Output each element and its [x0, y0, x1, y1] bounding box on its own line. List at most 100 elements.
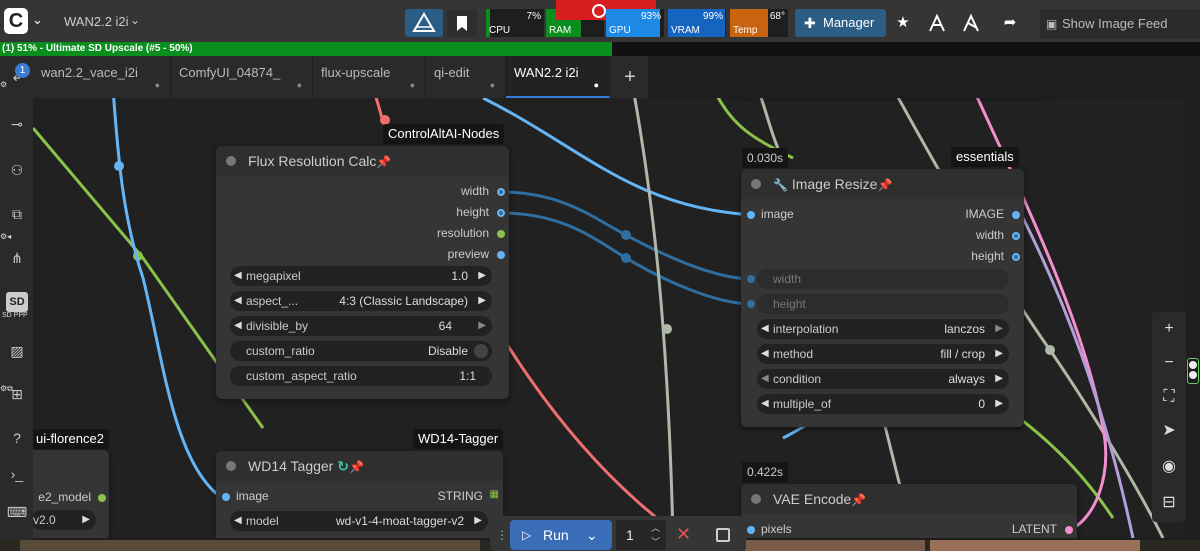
cancel-icon[interactable]: ✕ [676, 524, 691, 545]
tab-wan2-2-vace-i2i[interactable]: wan2.2_vace_i2i ● [33, 56, 171, 98]
comfy-logo-icon[interactable]: C [4, 8, 28, 34]
zoom-in-icon[interactable]: + [1158, 318, 1180, 340]
feed-thumbnail[interactable] [930, 540, 1140, 551]
collapse-dot-icon[interactable] [751, 179, 761, 189]
tab-flux-upscale[interactable]: flux-upscale ● [313, 56, 426, 98]
custom-ratio-toggle[interactable]: custom_ratio Disable [230, 341, 492, 361]
decrement-arrow-icon[interactable]: ◀ [234, 266, 242, 286]
workflows-icon[interactable]: ⧉ [6, 204, 28, 224]
aspect-ratio-widget[interactable]: ◀ aspect_... 4:3 (Classic Landscape) ▶ [230, 291, 492, 311]
show-image-feed-button[interactable]: ▣ Show Image Feed [1040, 9, 1200, 39]
node-title[interactable]: WD14 Tagger ↻📌 [216, 451, 503, 481]
decrement-arrow-icon[interactable]: ◀ [234, 316, 242, 336]
node-library-icon[interactable]: ⊸ [6, 114, 28, 134]
add-tab-button[interactable]: + [612, 56, 648, 98]
fit-view-icon[interactable]: ⛶ [1158, 386, 1180, 408]
chevron-down-icon[interactable]: ⌄ [130, 13, 140, 27]
node-title[interactable]: VAE Encode📌 [741, 484, 1077, 514]
templates-icon[interactable]: ⊞ [6, 384, 28, 404]
megapixel-widget[interactable]: ◀ megapixel 1.0 ▶ [230, 266, 492, 286]
collapse-dot-icon[interactable] [226, 156, 236, 166]
output-socket[interactable] [497, 209, 505, 217]
tab-wan2-2-i2i[interactable]: WAN2.2 i2i ● [506, 56, 610, 98]
volume-icon[interactable]: ⚙◂ [0, 232, 11, 241]
node-canvas[interactable]: ControlAltAI-Nodes Flux Resolution Calc📌… [33, 98, 1185, 538]
output-socket[interactable] [497, 188, 505, 196]
sdppp-logo-icon[interactable]: SD [6, 292, 28, 312]
decrement-arrow-icon[interactable]: ◀ [761, 369, 769, 389]
input-socket[interactable] [747, 300, 755, 308]
batch-count-stepper[interactable]: 1 ︿ ﹀ [616, 520, 666, 550]
florence-version-widget[interactable]: v2.0 ▶ [33, 510, 96, 530]
divisible-by-widget[interactable]: ◀ divisible_by 64 ▶ [230, 316, 492, 336]
decrement-arrow-icon[interactable]: ◀ [234, 511, 242, 531]
florence2-node[interactable]: e2_model v2.0 ▶ [33, 450, 109, 538]
decrement-arrow-icon[interactable]: ◀ [234, 291, 242, 311]
custom-aspect-ratio-widget[interactable]: custom_aspect_ratio 1:1 [230, 366, 492, 386]
settings-small-icon[interactable]: ⚙ [0, 80, 7, 89]
interpolation-widget[interactable]: ◀ interpolation lanczos ▶ [757, 319, 1009, 339]
model-icon[interactable] [922, 9, 952, 37]
share-icon[interactable]: ➦ [995, 9, 1025, 37]
workflow-title[interactable]: WAN2.2 i2i [64, 14, 129, 29]
decrement-arrow-icon[interactable]: ◀ [761, 319, 769, 339]
increment-arrow-icon[interactable]: ▶ [478, 291, 486, 311]
chevron-down-icon[interactable]: ⌄ [32, 12, 43, 28]
increment-arrow-icon[interactable]: ▶ [995, 344, 1003, 364]
tab-qi-edit[interactable]: qi-edit ● [426, 56, 506, 98]
output-socket[interactable] [497, 230, 505, 238]
refresh-icon[interactable]: ↻ [337, 458, 349, 474]
keyboard-icon[interactable]: ⌨ [6, 502, 28, 522]
model-widget[interactable]: ◀ model wd-v1-4-moat-tagger-v2 ▶ [230, 511, 488, 531]
increment-arrow-icon[interactable]: ▶ [474, 511, 482, 531]
star-icon[interactable]: ★ [888, 9, 918, 37]
feed-thumbnail[interactable] [745, 540, 925, 551]
increment-arrow-icon[interactable]: ▶ [995, 369, 1003, 389]
toggle-links-icon[interactable]: ◉ [1158, 456, 1180, 478]
method-widget[interactable]: ◀ method fill / crop ▶ [757, 344, 1009, 364]
increment-arrow-icon[interactable]: ▶ [995, 394, 1003, 414]
decrement-arrow-icon[interactable]: ◀ [761, 344, 769, 364]
tab-comfyui-04874[interactable]: ComfyUI_04874_ ● [171, 56, 313, 98]
graph-view-button[interactable] [405, 9, 443, 37]
grid-socket-icon[interactable]: ▦ [490, 489, 499, 500]
collapse-dot-icon[interactable] [751, 494, 761, 504]
feed-thumbnail[interactable] [20, 540, 480, 551]
image-resize-node[interactable]: 🔧 Image Resize📌 image IMAGE width height… [741, 169, 1024, 427]
input-socket[interactable] [747, 211, 755, 219]
output-socket[interactable] [1012, 253, 1020, 261]
increment-icon[interactable]: ︿ [651, 521, 660, 534]
select-mode-icon[interactable]: ➤ [1158, 420, 1180, 442]
wd14-tagger-node[interactable]: WD14 Tagger ↻📌 image STRING ▦ ◀ model wd… [216, 451, 503, 538]
input-socket[interactable] [747, 526, 755, 534]
output-socket[interactable] [98, 494, 106, 502]
output-socket[interactable] [1012, 211, 1020, 219]
output-socket[interactable] [497, 251, 505, 259]
decrement-icon[interactable]: ﹀ [651, 535, 660, 548]
minimap-icon[interactable]: ⊟ [1158, 492, 1180, 514]
increment-arrow-icon[interactable]: ▶ [478, 266, 486, 286]
node-title[interactable]: 🔧 Image Resize📌 [741, 169, 1024, 199]
condition-widget[interactable]: ◀ condition always ▶ [757, 369, 1009, 389]
help-icon[interactable]: ? [6, 428, 28, 448]
model-icon-2[interactable] [956, 9, 986, 37]
input-socket[interactable] [222, 493, 230, 501]
chevron-down-icon[interactable]: ⌄ [586, 520, 598, 550]
run-button[interactable]: ▷ Run ⌄ [510, 520, 612, 550]
flux-resolution-calc-node[interactable]: Flux Resolution Calc📌 width height resol… [216, 146, 509, 399]
output-socket[interactable] [1012, 232, 1020, 240]
terminal-icon[interactable]: ›_ [6, 464, 28, 484]
width-input-widget[interactable]: width [757, 269, 1009, 289]
drag-handle-icon[interactable]: ⋮ [496, 528, 508, 542]
input-socket[interactable] [747, 275, 755, 283]
toggle-knob[interactable] [474, 344, 488, 358]
stop-icon[interactable] [716, 528, 730, 542]
node-title[interactable]: Flux Resolution Calc📌 [216, 146, 509, 176]
collapse-dot-icon[interactable] [226, 461, 236, 471]
decrement-arrow-icon[interactable]: ◀ [761, 394, 769, 414]
increment-arrow-icon[interactable]: ▶ [478, 316, 486, 336]
model-library-icon[interactable]: ⚇ [6, 160, 28, 180]
vae-encode-node[interactable]: VAE Encode📌 pixels LATENT [741, 484, 1077, 538]
height-input-widget[interactable]: height [757, 294, 1009, 314]
output-socket[interactable] [1065, 526, 1073, 534]
